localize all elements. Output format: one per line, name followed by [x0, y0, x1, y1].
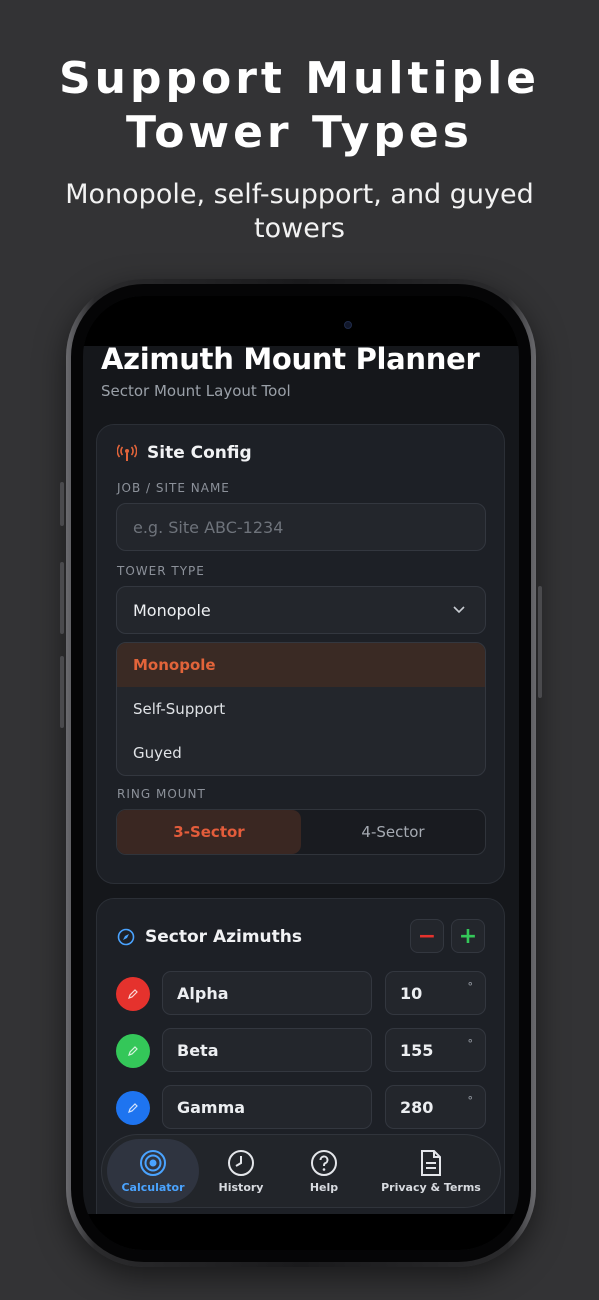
- target-icon: [140, 1149, 166, 1176]
- degree-unit: °: [467, 1094, 474, 1107]
- tab-label: Privacy & Terms: [381, 1180, 481, 1194]
- promo-title-line1: Support Multiple: [58, 53, 540, 104]
- beta-name-field[interactable]: Beta: [162, 1028, 372, 1072]
- ring-mount-label: RING MOUNT: [117, 787, 206, 801]
- pencil-icon: [128, 1103, 138, 1113]
- ring-option-4-sector[interactable]: 4-Sector: [301, 810, 485, 854]
- alpha-name-field[interactable]: Alpha: [162, 971, 372, 1015]
- camera-icon: [344, 321, 352, 329]
- job-placeholder: e.g. Site ABC-1234: [133, 517, 284, 537]
- phone-screen: Azimuth Mount Planner Sector Mount Layou…: [83, 296, 519, 1250]
- add-sector-button[interactable]: +: [451, 919, 485, 953]
- volume-down-button: [60, 656, 64, 728]
- tab-help[interactable]: Help: [292, 1139, 356, 1203]
- beta-azimuth-field[interactable]: 155 °: [385, 1028, 486, 1072]
- document-icon: [421, 1149, 441, 1176]
- degree-unit: °: [467, 980, 474, 993]
- gamma-name-field[interactable]: Gamma: [162, 1085, 372, 1129]
- sector-row-alpha: Alpha 10 °: [116, 971, 486, 1015]
- site-config-title: Site Config: [147, 443, 252, 463]
- tab-label: History: [218, 1180, 264, 1194]
- tower-option-monopole[interactable]: Monopole: [117, 643, 485, 687]
- alpha-color-button[interactable]: [116, 977, 150, 1011]
- tab-label: Help: [309, 1180, 339, 1194]
- sector-azimuth-text: 280: [400, 1097, 434, 1117]
- site-config-card: Site Config JOB / SITE NAME e.g. Site AB…: [96, 424, 505, 884]
- silent-switch: [60, 482, 64, 526]
- tower-option-self-support[interactable]: Self-Support: [117, 687, 485, 731]
- antenna-icon: [117, 444, 137, 461]
- beta-color-button[interactable]: [116, 1034, 150, 1068]
- job-label: JOB / SITE NAME: [117, 481, 230, 495]
- chevron-down-icon: [453, 606, 465, 614]
- tab-history[interactable]: History: [206, 1139, 276, 1203]
- pencil-icon: [128, 1046, 138, 1056]
- promo-subtitle: Monopole, self-support, and guyed towers: [65, 179, 534, 244]
- tower-type-select[interactable]: Monopole: [116, 586, 486, 634]
- compass-icon: [117, 928, 135, 946]
- app-title: Azimuth Mount Planner: [101, 342, 480, 376]
- tower-type-value: Monopole: [133, 600, 211, 620]
- pencil-icon: [128, 989, 138, 999]
- sector-name-text: Alpha: [177, 983, 229, 1003]
- app-subtitle: Sector Mount Layout Tool: [101, 382, 291, 400]
- promo-title-line2: Tower Types: [126, 107, 473, 158]
- plus-icon: +: [458, 923, 478, 949]
- job-input[interactable]: e.g. Site ABC-1234: [116, 503, 486, 551]
- ring-option-3-sector[interactable]: 3-Sector: [117, 810, 301, 854]
- sector-row-gamma: Gamma 280 °: [116, 1085, 486, 1129]
- tower-type-label: TOWER TYPE: [117, 564, 205, 578]
- clock-icon: [228, 1149, 254, 1176]
- remove-sector-button[interactable]: −: [410, 919, 444, 953]
- gamma-color-button[interactable]: [116, 1091, 150, 1125]
- sector-azimuth-text: 155: [400, 1040, 434, 1060]
- home-indicator-area: [83, 1214, 519, 1250]
- site-config-header: Site Config: [117, 443, 252, 463]
- sector-azimuth-text: 10: [400, 983, 423, 1003]
- tab-calculator[interactable]: Calculator: [107, 1139, 199, 1203]
- power-button: [538, 586, 542, 698]
- tab-privacy-terms[interactable]: Privacy & Terms: [370, 1139, 492, 1203]
- sector-azimuths-header: Sector Azimuths: [117, 927, 302, 947]
- degree-unit: °: [467, 1037, 474, 1050]
- sector-row-beta: Beta 155 °: [116, 1028, 486, 1072]
- tower-option-guyed[interactable]: Guyed: [117, 731, 485, 775]
- app-content: Azimuth Mount Planner Sector Mount Layou…: [83, 336, 519, 1238]
- volume-up-button: [60, 562, 64, 634]
- alpha-azimuth-field[interactable]: 10 °: [385, 971, 486, 1015]
- tab-label: Calculator: [121, 1180, 185, 1194]
- promo-title: Support Multiple Tower Types: [0, 52, 599, 160]
- sector-azimuths-title: Sector Azimuths: [145, 927, 303, 947]
- ring-mount-selector: 3-Sector 4-Sector: [116, 809, 486, 855]
- sector-name-text: Beta: [177, 1040, 219, 1060]
- minus-icon: −: [417, 923, 437, 949]
- question-icon: [311, 1149, 337, 1176]
- gamma-azimuth-field[interactable]: 280 °: [385, 1085, 486, 1129]
- sector-name-text: Gamma: [177, 1097, 246, 1117]
- tower-type-dropdown: Monopole Self-Support Guyed: [116, 642, 486, 776]
- tab-bar: Calculator History Help Privacy & Terms: [101, 1134, 501, 1208]
